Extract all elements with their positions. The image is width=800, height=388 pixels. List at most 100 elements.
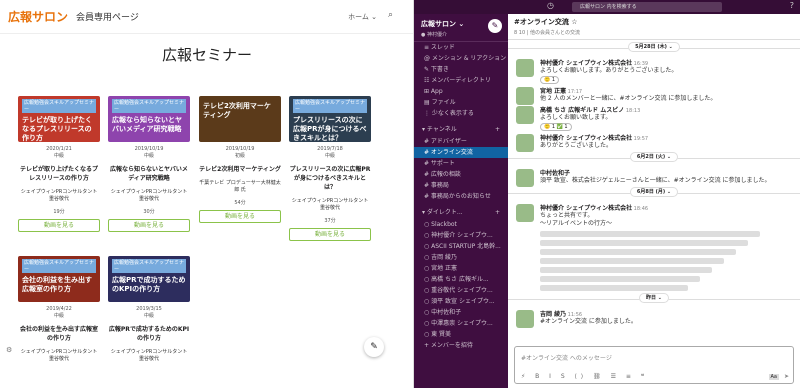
reaction-badge[interactable]: 🙂 1 [540, 76, 559, 84]
settings-icon[interactable]: ⚙ [6, 346, 12, 354]
avatar[interactable] [516, 169, 534, 187]
dm-item[interactable]: ○ 中村佐和子 [414, 307, 508, 318]
sidebar-item[interactable]: ☷ メンバーディレクトリ [414, 75, 508, 86]
seminar-author: シェイプウィンPRコンサルタント 重谷敬代 [291, 198, 369, 211]
message-text: 〜リアルイベントの行方〜 [540, 220, 612, 227]
text-format-toggle[interactable]: Aa [768, 374, 779, 380]
dm-item[interactable]: ○ 須平 致宣 シェイプウ... [414, 296, 508, 307]
message-author[interactable]: 神村優介 シェイプウィン株式会社 19:57 [540, 133, 800, 142]
dm-item[interactable]: ○ 神村優介 シェイプウ... [414, 230, 508, 241]
member-page: 広報サロン 会員専用ページ ホーム ⌄ ⌕ 広報セミナー 広報勉強会スキルアップ… [0, 0, 414, 388]
seminar-thumbnail[interactable]: 広報勉強会スキルアップセミナー 広報なら知らないとヤバいメディア研究戦略 [108, 96, 190, 142]
reaction-badge[interactable]: 🙂 1 ✅ 1 [540, 123, 572, 131]
watch-video-button[interactable]: 動画を見る [199, 210, 281, 223]
add-dm-icon[interactable]: + [495, 207, 500, 219]
seminar-title[interactable]: 会社の利益を生み出す広報室の作り方 [18, 325, 100, 343]
thumbnail-title: 広報なら知らないとヤバいメディア研究戦略 [112, 116, 182, 133]
sidebar-item[interactable]: @ メンション & リアクション [414, 53, 508, 64]
seminar-card: 広報勉強会スキルアップセミナー 広報なら知らないとヤバいメディア研究戦略 2019/… [108, 96, 190, 232]
seminar-thumbnail[interactable]: 広報勉強会スキルアップセミナー プレスリリースの次に広報PRが身につけるべきスキル… [289, 96, 371, 142]
date-label[interactable]: 6月2日 (火) ⌄ [629, 152, 679, 162]
seminar-level: 中級 [53, 153, 64, 159]
channel-item[interactable]: # オンライン交流 [414, 147, 508, 158]
message-composer[interactable]: #オンライン交流 へのメッセージ ⚡ B I S ⟨⟩ ⛓ ☰ ≡ ❝ Aa ➤ [514, 346, 794, 384]
message-author[interactable]: 中村佐和子 [540, 168, 800, 177]
history-clock-icon[interactable]: ◷ [547, 1, 554, 10]
dm-item[interactable]: ○ 重谷敬代 シェイプウ... [414, 285, 508, 296]
sidebar-item[interactable]: ⊞ App [414, 86, 508, 97]
home-nav-link[interactable]: ホーム ⌄ [348, 12, 377, 22]
channel-item[interactable]: # 事務局 [414, 180, 508, 191]
avatar[interactable] [516, 134, 534, 152]
watch-video-button[interactable]: 動画を見る [289, 228, 371, 241]
date-label[interactable]: 昨日 ⌄ [639, 293, 669, 303]
sidebar-item[interactable]: ✎ 下書き [414, 64, 508, 75]
channel-name[interactable]: #オンライン交流 ☆ [514, 17, 794, 27]
avatar[interactable] [516, 106, 534, 124]
thumbnail-title: 会社の利益を生み出す広報室の作り方 [22, 276, 92, 293]
edit-fab-button[interactable]: ✎ [364, 337, 384, 357]
dm-item[interactable]: ○ 宮地 正憲 [414, 263, 508, 274]
seminar-title[interactable]: 広報PRで成功するためのKPIの作り方 [108, 325, 190, 343]
message-author[interactable]: 神村優介 シェイプウィン株式会社 18:46 [540, 203, 800, 212]
seminar-duration: 19分 [53, 209, 65, 215]
dm-item[interactable]: ○ 吉岡 綾乃 [414, 252, 508, 263]
composer-placeholder[interactable]: #オンライン交流 へのメッセージ [515, 347, 793, 368]
dm-item[interactable]: ○ 高橋 ちさ 広報ギル... [414, 274, 508, 285]
seminar-thumbnail[interactable]: 広報勉強会スキルアップセミナー 会社の利益を生み出す広報室の作り方 [18, 256, 100, 302]
seminar-title[interactable]: テレビ2次利用マーケティング [199, 165, 281, 174]
sidebar-item[interactable]: ≡ スレッド [414, 42, 508, 53]
seminar-thumbnail[interactable]: 広報勉強会スキルアップセミナー 広報PRで成功するためのKPIの作り方 [108, 256, 190, 302]
channel-header: #オンライン交流 ☆ 8 10 | 他の会員さんとの交流 [508, 14, 800, 40]
channel-item[interactable]: # 広報の相談 [414, 169, 508, 180]
seminar-title[interactable]: 広報なら知らないとヤバいメディア研究戦略 [108, 165, 190, 183]
site-logo[interactable]: 広報サロン [8, 8, 68, 25]
site-subtitle: 会員専用ページ [76, 13, 139, 23]
sidebar-item[interactable]: ▤ ファイル [414, 97, 508, 108]
dm-section-header[interactable]: ▾ ダイレクト... + [414, 207, 508, 219]
help-icon[interactable]: ? [790, 1, 794, 10]
dm-item[interactable]: ○ 東 賢美 [414, 329, 508, 340]
watch-video-button[interactable]: 動画を見る [18, 219, 100, 232]
channels-section-header[interactable]: ▾ チャンネル + [414, 124, 508, 136]
seminar-tag: 広報勉強会スキルアップセミナー [22, 259, 96, 273]
message-list: 5月28日 (木) ⌄ 神村優介 シェイプウィン株式会社 16:39 よろしくお願い… [508, 42, 800, 328]
message-author[interactable]: 高橋 ちさ 広報ギルド ムスビノ 18:13 [540, 105, 800, 114]
send-icon[interactable]: ➤ [784, 373, 789, 380]
dm-item[interactable]: ○ Slackbot [414, 219, 508, 230]
dm-label: ダイレクト... [426, 209, 463, 216]
message-text: 須平 致宣、株式会社ジゲェルニーさんと一緒に、#オンライン交流 に参加しました。 [540, 177, 771, 184]
message-author[interactable]: 吉岡 綾乃 11:56 [540, 309, 800, 318]
avatar[interactable] [516, 59, 534, 77]
add-channel-icon[interactable]: + [495, 124, 500, 136]
seminar-title[interactable]: テレビが取り上げたくなるプレスリリースの作り方 [18, 165, 100, 183]
date-label[interactable]: 5月28日 (木) ⌄ [628, 42, 680, 52]
seminar-author: シェイプウィンPRコンサルタント 重谷敬代 [20, 189, 98, 202]
search-icon[interactable]: ⌕ [388, 10, 393, 20]
message-text: よろしくお願い致します。 [540, 114, 612, 121]
message: 宮地 正憲 17:17 他 2 人のメンバーと一緒に、#オンライン交流 に参加しま… [508, 86, 800, 105]
seminar-title[interactable]: プレスリリースの次に広報PRが身につけるべきスキルとは？ [289, 165, 371, 192]
seminar-level: 中級 [143, 153, 154, 159]
dm-item[interactable]: ○ 中澤惠崇 シェイプウ... [414, 318, 508, 329]
avatar[interactable] [516, 87, 534, 105]
message-author[interactable]: 神村優介 シェイプウィン株式会社 16:39 [540, 58, 800, 67]
sidebar-item[interactable]: ⋮ 少なく表示する [414, 108, 508, 119]
avatar[interactable] [516, 204, 534, 222]
watch-video-button[interactable]: 動画を見る [108, 219, 190, 232]
channel-item[interactable]: # 事務局からのお知らせ [414, 191, 508, 202]
avatar[interactable] [516, 310, 534, 328]
date-label[interactable]: 6月8日 (月) ⌄ [629, 187, 679, 197]
format-toolbar[interactable]: ⚡ B I S ⟨⟩ ⛓ ☰ ≡ ❝ [521, 373, 648, 380]
seminar-thumbnail[interactable]: テレビ2次利用マーケティング [199, 96, 281, 142]
message-author[interactable]: 宮地 正憲 17:17 [540, 86, 800, 95]
seminar-thumbnail[interactable]: 広報勉強会スキルアップセミナー テレビが取り上げたくなるプレスリリースの作り方 [18, 96, 100, 142]
compose-icon[interactable]: ✎ [488, 19, 502, 33]
channel-item[interactable]: # サポート [414, 158, 508, 169]
seminar-author: シェイプウィンPRコンサルタント 重谷敬代 [110, 189, 188, 202]
dm-item[interactable]: ○ ASCII STARTUP 北島幹... [414, 241, 508, 252]
channel-item[interactable]: # アドバイザー [414, 136, 508, 147]
slack-search-input[interactable]: 広報サロン 内を検索する [572, 2, 722, 12]
workspace-header[interactable]: 広報サロン ⌄ ● 神村優介 ✎ [414, 14, 508, 42]
invite-member-link[interactable]: + メンバーを招待 [414, 340, 508, 351]
